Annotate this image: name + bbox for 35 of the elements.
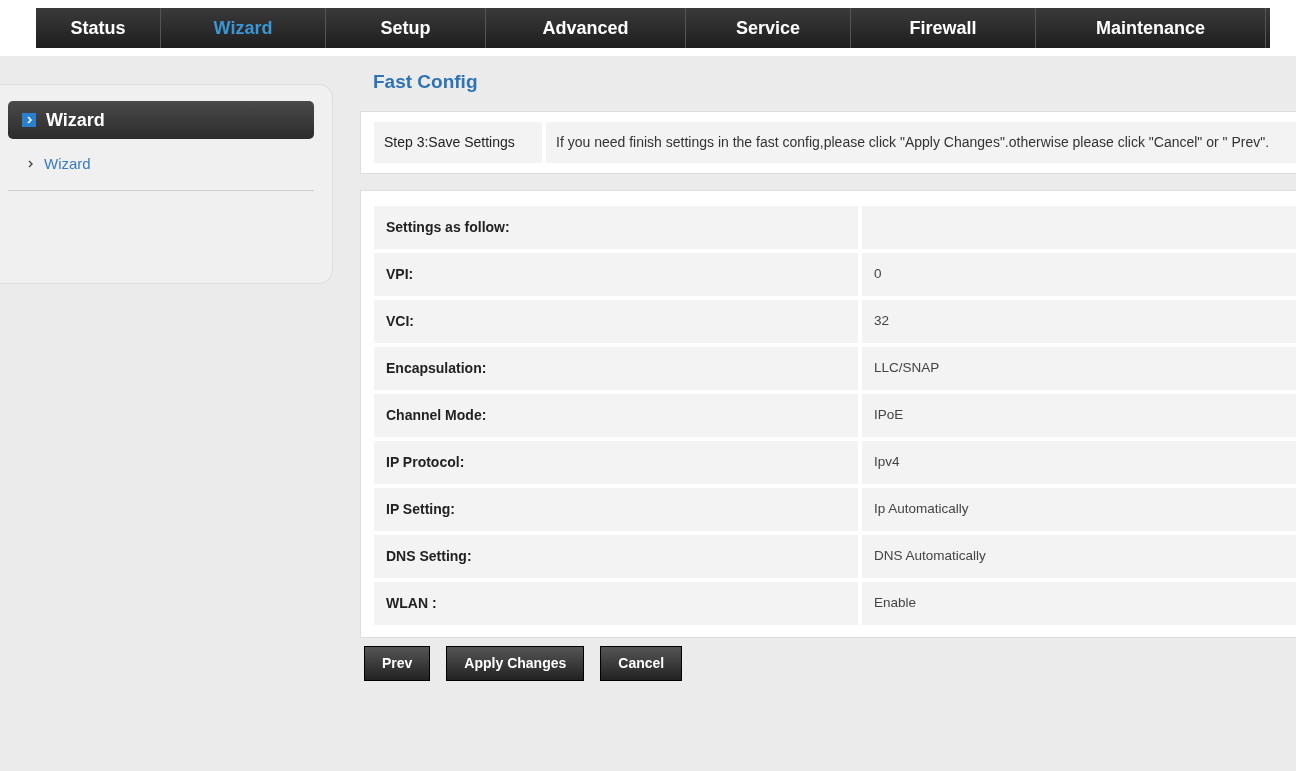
menu-tab[interactable]: Firewall <box>851 8 1036 48</box>
table-cell: IPoE <box>862 393 1296 437</box>
table-cell: WLAN : <box>374 581 858 625</box>
table-cell: Ip Automatically <box>862 487 1296 531</box>
step-message: If you need finish settings in the fast config,please click "Apply Changes".otherwise please click "Cancel" or " Prev". <box>546 121 1296 163</box>
table-cell: VPI: <box>374 252 858 296</box>
table-cell: 32 <box>862 299 1296 343</box>
table-cell: VCI: <box>374 299 858 343</box>
action-button[interactable]: Apply Changes <box>446 645 585 681</box>
action-button[interactable]: Cancel <box>600 645 683 681</box>
table-header: Settings as follow: <box>374 205 858 249</box>
menu-tab[interactable]: Maintenance <box>1036 8 1266 48</box>
menu-tab[interactable]: Service <box>686 8 851 48</box>
table-cell: IP Protocol: <box>374 440 858 484</box>
menu-tab[interactable]: Setup <box>326 8 486 48</box>
page-title: Fast Config <box>373 70 479 94</box>
table-cell: LLC/SNAP <box>862 346 1296 390</box>
table-cell: 0 <box>862 252 1296 296</box>
menu-tab[interactable]: Status <box>36 8 161 48</box>
table-cell: Channel Mode: <box>374 393 858 437</box>
sidebar-heading-text: Wizard <box>46 108 105 132</box>
menu-tab[interactable]: Wizard <box>161 8 326 48</box>
step-label: Step 3:Save Settings <box>374 121 542 163</box>
table-cell: Encapsulation: <box>374 346 858 390</box>
sidebar-heading[interactable]: Wizard <box>8 101 314 139</box>
chevron-icon <box>28 160 34 169</box>
menu-tab[interactable]: Advanced <box>486 8 686 48</box>
table-cell: Ipv4 <box>862 440 1296 484</box>
action-button[interactable]: Prev <box>364 645 431 681</box>
chevron-icon <box>22 113 36 127</box>
table-cell: DNS Automatically <box>862 534 1296 578</box>
table-cell: IP Setting: <box>374 487 858 531</box>
table-cell: DNS Setting: <box>374 534 858 578</box>
sidebar-link[interactable]: Wizard <box>44 153 91 176</box>
table-cell: Enable <box>862 581 1296 625</box>
